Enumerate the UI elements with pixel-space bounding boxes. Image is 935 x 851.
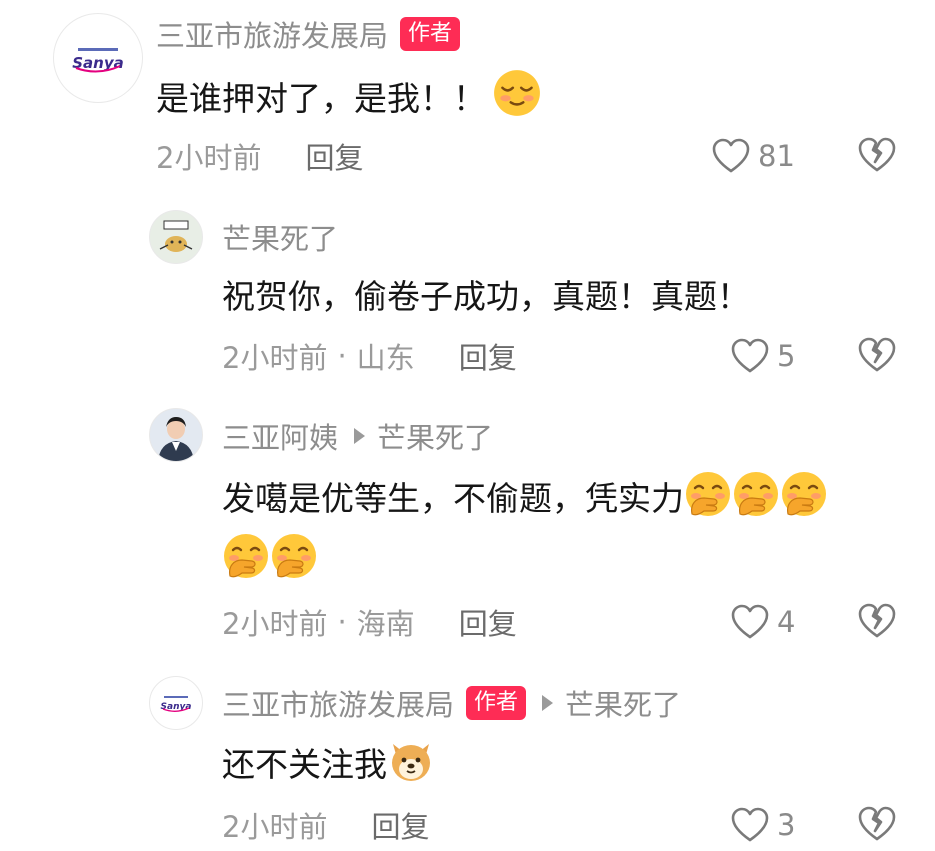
like-button[interactable]: 4: [731, 600, 795, 644]
avatar[interactable]: [149, 210, 203, 264]
comment-item: Sanya 三亚市旅游发展局 作者 芒果死了 还不关注我 2小时前 回复 3: [0, 670, 935, 851]
cartoon-avatar-icon: [159, 220, 193, 252]
timestamp: 2小时前: [156, 141, 262, 175]
hand-over-mouth-icon: [732, 470, 780, 518]
person-avatar-icon: [150, 409, 202, 461]
sanya-logo-text: Sanya: [161, 702, 192, 712]
comment-item: 芒果死了 祝贺你，偷卷子成功，真题！真题！ 2小时前 · 山东 回复 5: [0, 205, 935, 400]
like-count: 81: [758, 139, 795, 173]
reply-button[interactable]: 回复: [459, 335, 517, 377]
heart-icon: [731, 807, 769, 843]
comment-item: Sanya 三亚市旅游发展局 作者 是谁押对了，是我！！ 2小时前 回复 81: [0, 0, 935, 205]
avatar[interactable]: Sanya: [53, 13, 143, 103]
reply-to-name[interactable]: 芒果死了: [377, 415, 493, 457]
meta-separator: ·: [337, 339, 347, 373]
timestamp: 2小时前: [222, 341, 328, 375]
like-button[interactable]: 81: [712, 134, 795, 178]
author-name[interactable]: 三亚市旅游发展局: [156, 13, 388, 55]
reply-button[interactable]: 回复: [459, 601, 517, 643]
author-row: 三亚阿姨 芒果死了: [222, 414, 493, 458]
reply-button[interactable]: 回复: [371, 804, 429, 846]
reply-arrow-icon: [354, 428, 366, 444]
timestamp: 2小时前: [222, 810, 328, 844]
author-row: 三亚市旅游发展局 作者: [156, 12, 461, 56]
reply-to-name[interactable]: 芒果死了: [565, 682, 681, 724]
broken-heart-icon[interactable]: [857, 136, 897, 174]
comment-text: 祝贺你，偷卷子成功，真题！真题！: [222, 277, 750, 316]
author-name[interactable]: 三亚阿姨: [222, 415, 338, 457]
comment-item: 三亚阿姨 芒果死了 发噶是优等生，不偷题，凭实力 2小时前 · 海南 回复 4: [0, 400, 935, 670]
smiling-face-icon: [492, 68, 542, 118]
broken-heart-icon[interactable]: [857, 602, 897, 640]
meta-separator: ·: [337, 605, 347, 639]
author-row: 芒果死了: [222, 215, 338, 259]
avatar[interactable]: Sanya: [149, 676, 203, 730]
dog-face-icon: [387, 736, 435, 784]
comment-text: 发噶是优等生，不偷题，凭实力: [222, 470, 828, 527]
like-button[interactable]: 3: [731, 803, 795, 847]
location: 海南: [356, 607, 415, 641]
broken-heart-icon[interactable]: [857, 336, 897, 374]
hand-over-mouth-icon: [684, 470, 732, 518]
timestamp: 2小时前: [222, 607, 328, 641]
author-row: 三亚市旅游发展局 作者 芒果死了: [222, 681, 681, 725]
comment-text: 还不关注我: [222, 736, 435, 793]
comment-text-line2: [222, 532, 318, 589]
comment-meta: 2小时前 回复: [156, 134, 363, 178]
reply-arrow-icon: [542, 695, 554, 711]
like-count: 3: [777, 808, 796, 842]
heart-icon: [712, 138, 750, 174]
comment-meta: 2小时前 · 山东 回复: [222, 334, 517, 378]
hand-over-mouth-icon: [222, 532, 270, 580]
sanya-logo-icon: Sanya: [161, 696, 192, 712]
comment-text: 是谁押对了，是我！！: [156, 68, 542, 127]
author-name[interactable]: 三亚市旅游发展局: [222, 682, 454, 724]
location: 山东: [356, 341, 415, 375]
broken-heart-icon[interactable]: [857, 805, 897, 843]
comment-meta: 2小时前 回复: [222, 803, 429, 847]
author-badge: 作者: [466, 686, 527, 720]
heart-icon: [731, 338, 769, 374]
author-name[interactable]: 芒果死了: [222, 216, 338, 258]
hand-over-mouth-icon: [270, 532, 318, 580]
author-badge: 作者: [400, 17, 461, 51]
hand-over-mouth-icon: [780, 470, 828, 518]
avatar[interactable]: [149, 408, 203, 462]
sanya-logo-icon: Sanya: [72, 48, 124, 73]
like-count: 5: [777, 339, 796, 373]
like-button[interactable]: 5: [731, 334, 795, 378]
heart-icon: [731, 604, 769, 640]
reply-button[interactable]: 回复: [305, 135, 363, 177]
comment-meta: 2小时前 · 海南 回复: [222, 600, 517, 644]
like-count: 4: [777, 605, 796, 639]
